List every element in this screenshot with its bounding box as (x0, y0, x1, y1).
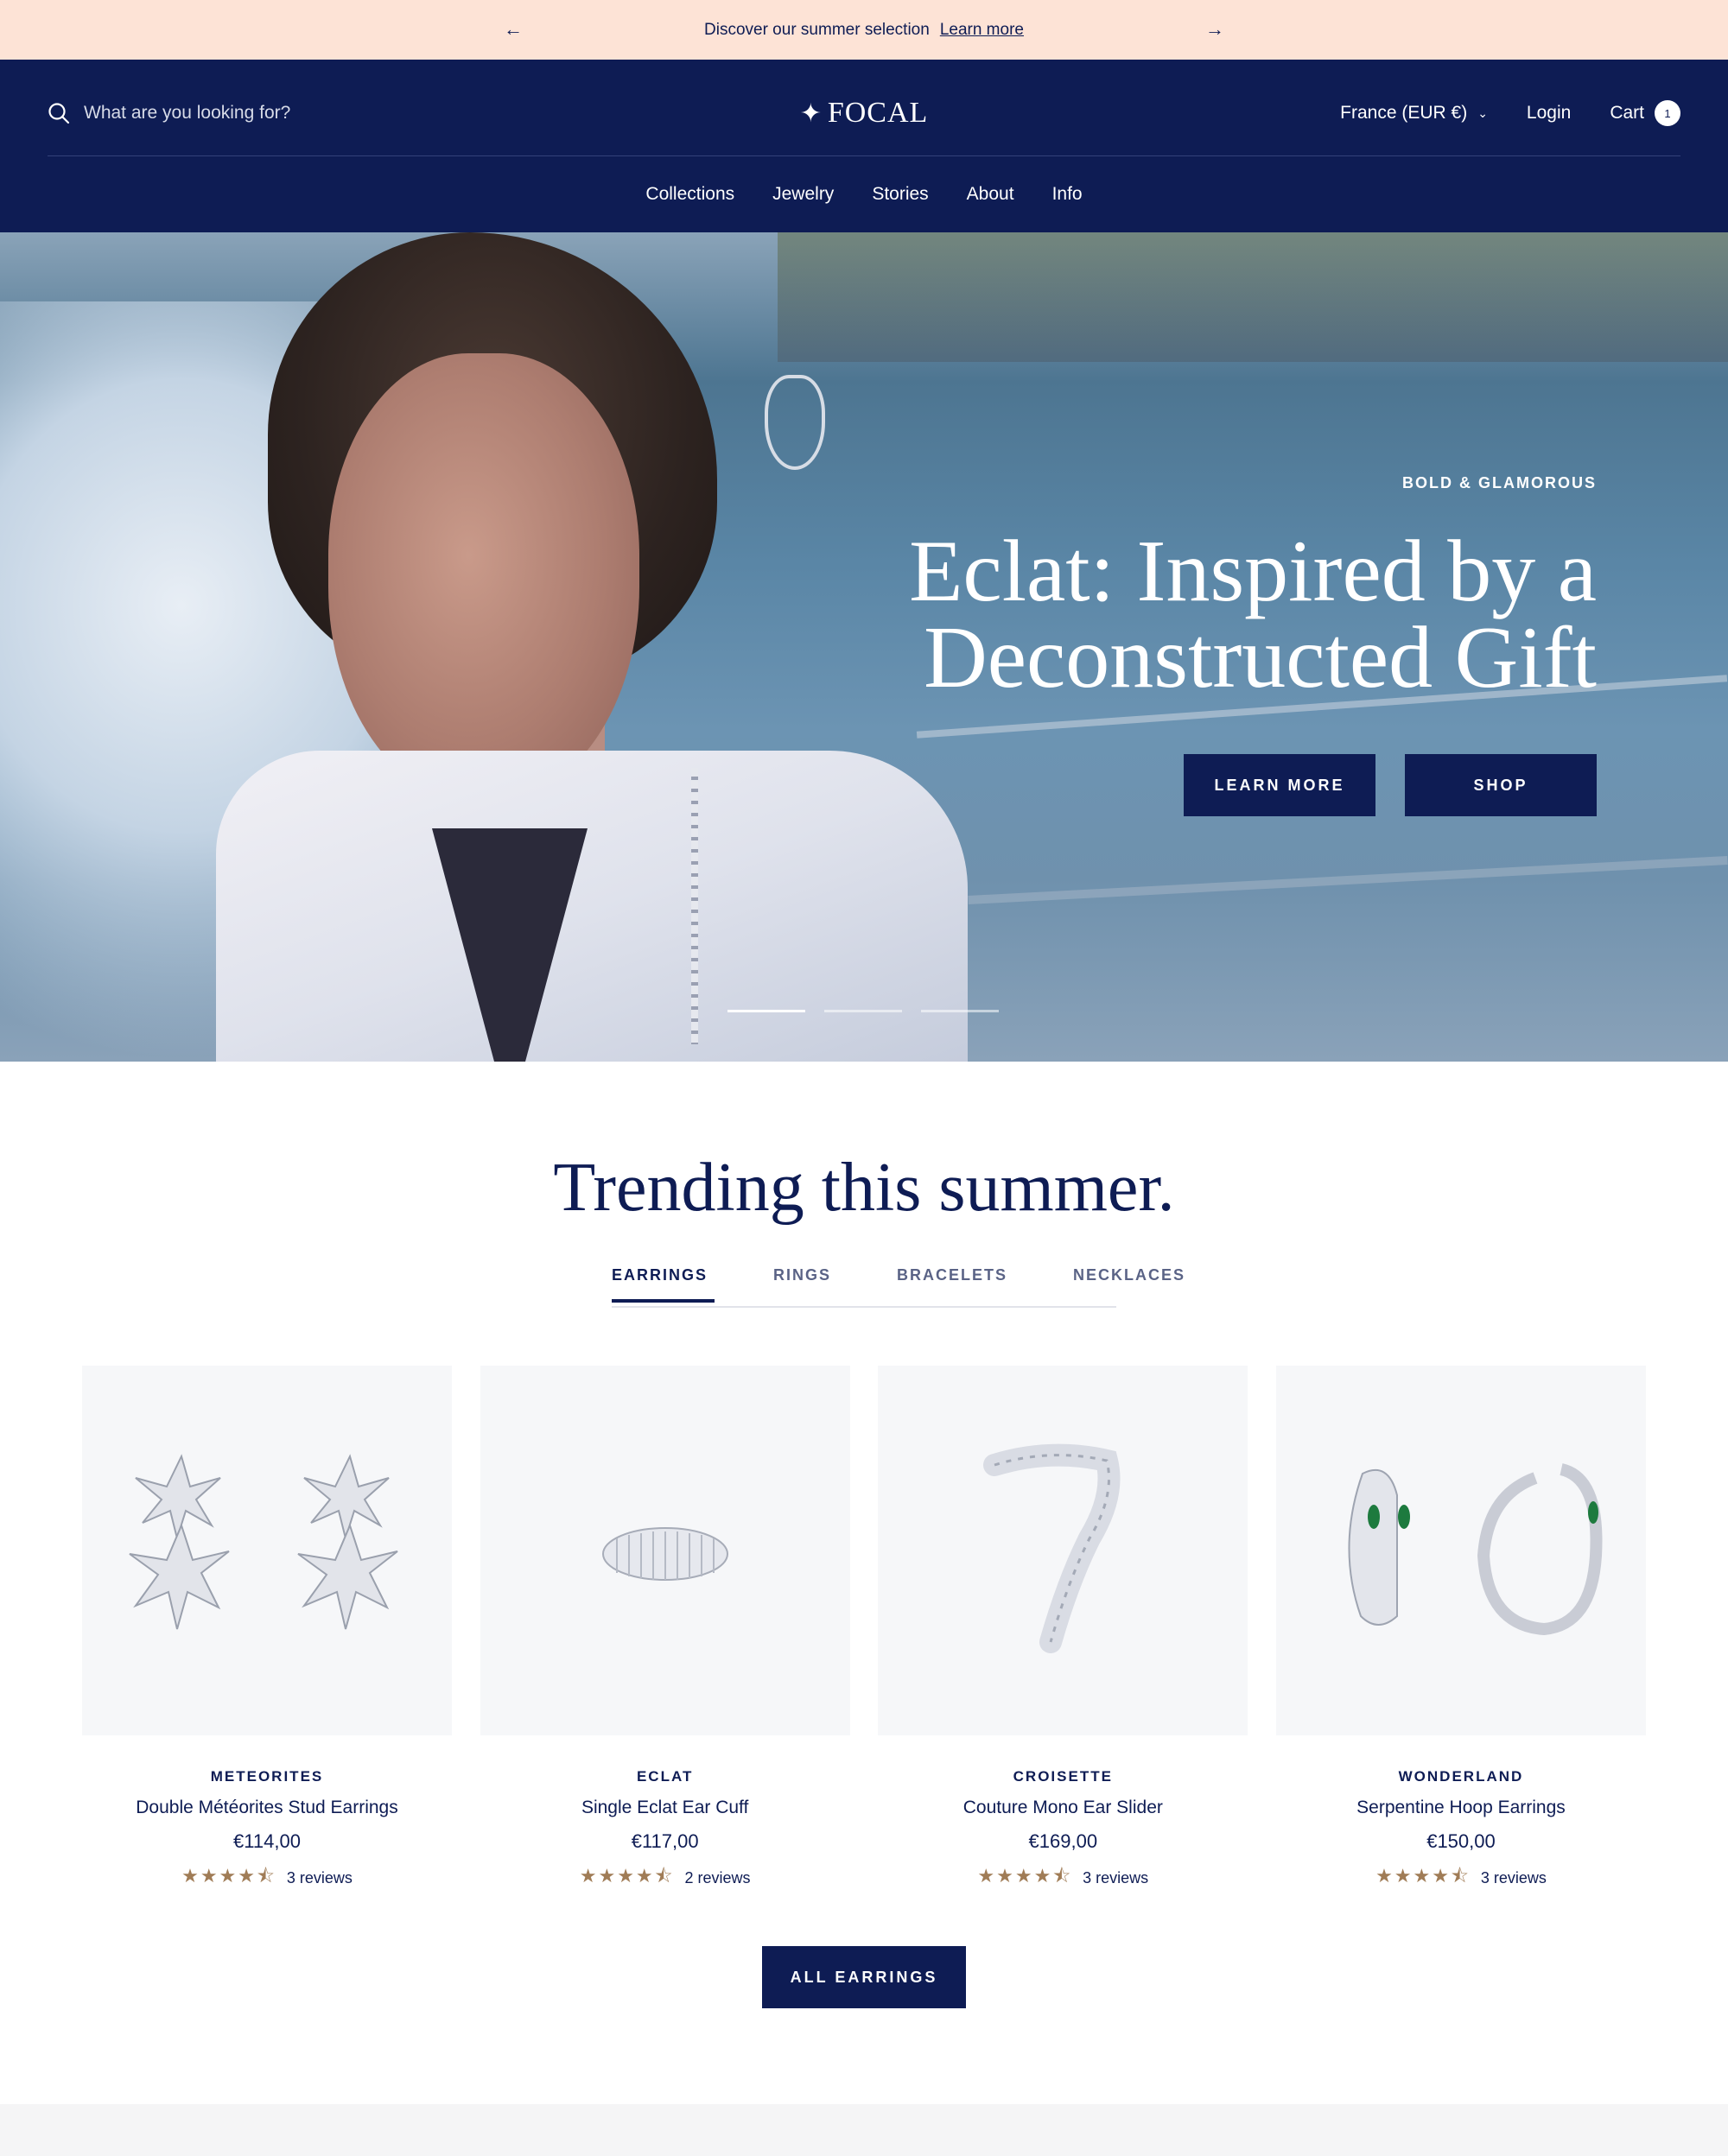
header-actions: France (EUR €) ⌄ Login Cart 1 (1340, 94, 1680, 132)
hero-slideshow: BOLD & GLAMOROUS Eclat: Inspired by a De… (0, 232, 1728, 1062)
product-price: €169,00 (1028, 1830, 1098, 1852)
announcement-text: Discover our summer selection (704, 20, 930, 39)
review-count: 3 reviews (286, 1868, 353, 1886)
tab-earrings[interactable]: EARRINGS (612, 1261, 715, 1306)
hero-boat-rail (968, 855, 1728, 905)
star-rating-icon: ★★★★⯪ (181, 1865, 276, 1886)
logo-text: FOCAL (827, 97, 929, 129)
product-price: €150,00 (1426, 1830, 1496, 1852)
tab-bracelets[interactable]: BRACELETS (897, 1261, 1007, 1306)
product-card[interactable]: WONDERLAND Serpentine Hoop Earrings €150… (1275, 1366, 1646, 1894)
product-name[interactable]: Serpentine Hoop Earrings (1276, 1798, 1646, 1818)
learn-more-button[interactable]: LEARN MORE (1184, 754, 1375, 816)
hero-background-coast (778, 232, 1728, 362)
product-image[interactable] (480, 1366, 850, 1735)
model-face (328, 353, 639, 802)
product-brand: CROISETTE (1013, 1768, 1113, 1785)
product-image[interactable] (82, 1366, 452, 1735)
announcement-learn-more-link[interactable]: Learn more (940, 21, 1024, 40)
hero-text-block: BOLD & GLAMOROUS Eclat: Inspired by a De… (819, 474, 1597, 707)
search-input[interactable] (84, 103, 360, 124)
star-rating-icon: ★★★★⯪ (1375, 1865, 1471, 1886)
product-name[interactable]: Double Météorites Stud Earrings (82, 1798, 452, 1818)
shop-button[interactable]: SHOP (1405, 754, 1597, 816)
site-header: ✦ FOCAL France (EUR €) ⌄ Login Cart 1 Co… (0, 60, 1728, 232)
chevron-down-icon: ⌄ (1477, 105, 1488, 120)
cart-button[interactable]: Cart 1 (1610, 100, 1680, 126)
product-grid: METEORITES Double Météorites Stud Earrin… (82, 1366, 1646, 1894)
model-shirt (216, 751, 968, 1062)
product-rating: ★★★★⯪ 3 reviews (878, 1861, 1248, 1894)
arrow-left-icon[interactable]: ← (500, 16, 526, 42)
product-card[interactable]: ECLAT Single Eclat Ear Cuff €117,00 ★★★★… (480, 1366, 850, 1894)
slide-indicators (727, 1010, 1018, 1012)
country-label: France (EUR €) (1340, 103, 1468, 123)
product-rating: ★★★★⯪ 3 reviews (82, 1861, 452, 1894)
slide-indicator[interactable] (921, 1010, 999, 1012)
review-count: 3 reviews (1083, 1868, 1149, 1886)
nav-item-about[interactable]: About (967, 184, 1014, 205)
slide-indicator[interactable] (727, 1010, 805, 1012)
product-rating: ★★★★⯪ 3 reviews (1276, 1861, 1646, 1894)
drop-earring-jewelry (691, 768, 698, 1044)
review-count: 3 reviews (1480, 1868, 1547, 1886)
nav-item-info[interactable]: Info (1052, 184, 1083, 205)
category-tabs: EARRINGS RINGS BRACELETS NECKLACES (612, 1261, 1184, 1308)
country-selector[interactable]: France (EUR €) ⌄ (1340, 103, 1488, 124)
tab-necklaces[interactable]: NECKLACES (1073, 1261, 1185, 1306)
hero-headline-line: Deconstructed Gift (924, 609, 1597, 707)
product-price: €114,00 (233, 1830, 301, 1852)
product-rating: ★★★★⯪ 2 reviews (480, 1861, 850, 1894)
nav-item-jewelry[interactable]: Jewelry (772, 184, 834, 205)
search-bar[interactable] (48, 94, 360, 132)
product-brand: METEORITES (210, 1768, 324, 1785)
search-icon[interactable] (48, 102, 70, 124)
star-rating-icon: ★★★★⯪ (977, 1865, 1073, 1886)
arrow-right-icon[interactable]: → (1202, 16, 1228, 42)
review-count: 2 reviews (684, 1868, 751, 1886)
slide-indicator[interactable] (824, 1010, 902, 1012)
hero-eyebrow: BOLD & GLAMOROUS (1402, 474, 1597, 491)
all-earrings-button[interactable]: ALL EARRINGS (762, 1946, 966, 2008)
hero-model-image (216, 232, 968, 1062)
product-name[interactable]: Couture Mono Ear Slider (878, 1798, 1248, 1818)
star-earrings-image (129, 1454, 398, 1630)
hero-headline-line: Eclat: Inspired by a (909, 523, 1597, 620)
product-card[interactable]: CROISETTE Couture Mono Ear Slider €169,0… (878, 1366, 1248, 1894)
section-title: Trending this summer. (553, 1150, 1175, 1226)
product-image[interactable] (878, 1366, 1248, 1735)
snake-hoop-earrings-image (1348, 1463, 1603, 1636)
ear-cuff-image (601, 1527, 728, 1581)
main-nav: Collections Jewelry Stories About Info (0, 156, 1728, 232)
ear-slider-image (983, 1443, 1121, 1653)
product-price: €117,00 (631, 1830, 699, 1852)
nav-item-collections[interactable]: Collections (645, 184, 734, 205)
cart-label: Cart (1610, 103, 1644, 123)
product-card[interactable]: METEORITES Double Météorites Stud Earrin… (82, 1366, 452, 1894)
footer-band (0, 2104, 1728, 2156)
brand-logo[interactable]: ✦ FOCAL (799, 89, 929, 137)
hero-headline: Eclat: Inspired by a Deconstructed Gift (819, 523, 1597, 707)
hero-buttons: LEARN MORE SHOP (1154, 754, 1597, 816)
cart-count-badge: 1 (1655, 100, 1680, 126)
logo-star-icon: ✦ (799, 98, 823, 128)
product-name[interactable]: Single Eclat Ear Cuff (480, 1798, 850, 1818)
star-rating-icon: ★★★★⯪ (579, 1865, 675, 1886)
ear-cuff-jewelry (765, 375, 825, 470)
login-link[interactable]: Login (1527, 103, 1571, 124)
nav-item-stories[interactable]: Stories (872, 184, 928, 205)
product-image[interactable] (1275, 1366, 1646, 1735)
announcement-bar: ← Discover our summer selection Learn mo… (0, 0, 1728, 60)
product-brand: ECLAT (636, 1768, 694, 1785)
tab-rings[interactable]: RINGS (773, 1261, 831, 1306)
product-brand: WONDERLAND (1398, 1768, 1524, 1785)
